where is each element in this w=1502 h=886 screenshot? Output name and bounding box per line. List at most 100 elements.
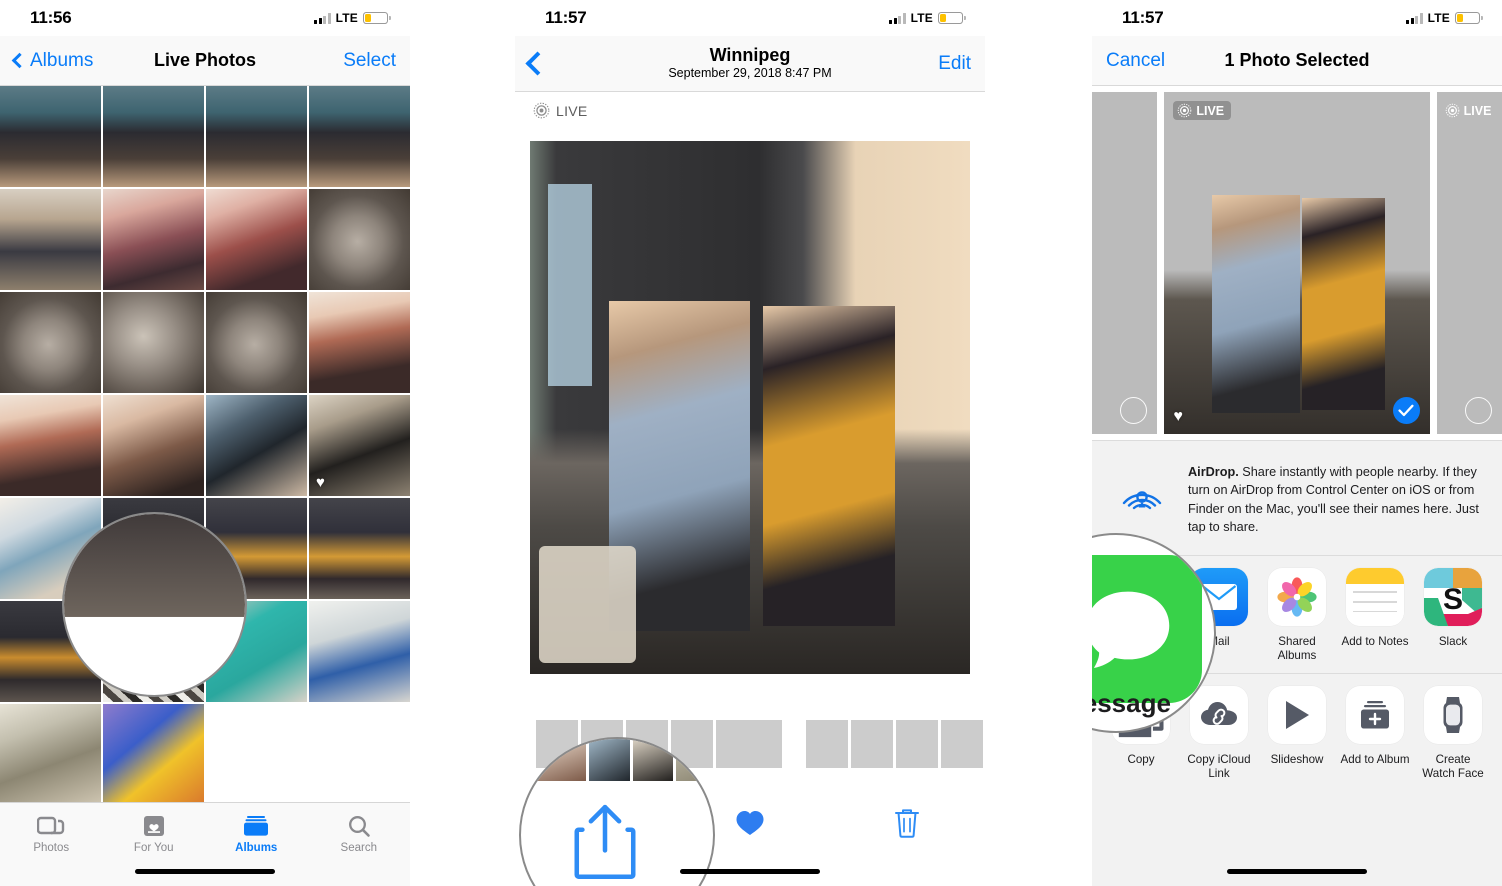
apple-watch-icon — [1424, 685, 1482, 744]
tab-label: Photos — [33, 842, 70, 854]
status-time: 11:56 — [30, 8, 72, 27]
favorite-heart-icon: ♥ — [316, 474, 325, 491]
filmstrip-thumbnail[interactable] — [941, 720, 983, 768]
airdrop-title: AirDrop. — [1188, 465, 1239, 479]
status-indicators: LTE — [889, 11, 966, 25]
checkmark-icon — [1398, 404, 1414, 417]
photo-thumbnail — [0, 86, 101, 187]
battery-icon — [938, 12, 966, 24]
edit-button[interactable]: Edit — [938, 53, 971, 75]
selection-circle-icon[interactable] — [1120, 397, 1148, 424]
share-target-label: Shared Albums — [1277, 634, 1317, 662]
live-badge-label: LIVE — [1463, 103, 1492, 118]
back-to-albums-button[interactable]: Albums — [11, 50, 93, 72]
magnifier-loupe-grid — [62, 512, 247, 697]
grid-photo-cell[interactable] — [206, 189, 307, 290]
grid-photo-cell[interactable] — [206, 395, 307, 496]
selection-photo[interactable]: LIVE ♥ — [1164, 92, 1430, 434]
grid-photo-cell[interactable] — [103, 704, 204, 805]
photo-thumbnail — [103, 395, 204, 496]
filmstrip-spacer — [785, 720, 803, 768]
back-button[interactable] — [525, 51, 551, 76]
grid-photo-cell[interactable] — [309, 86, 410, 187]
cellular-bars-icon — [889, 12, 906, 24]
hero-photo-container[interactable] — [515, 119, 985, 674]
photo-thumbnail — [103, 292, 204, 393]
grid-photo-cell[interactable] — [0, 189, 101, 290]
grid-photo-cell[interactable] — [103, 395, 204, 496]
photo-grid[interactable]: ♥ — [0, 86, 410, 805]
favorite-heart-icon: ♥ — [1173, 408, 1183, 425]
panel-share-sheet: 11:57 LTE Cancel 1 Photo Selected LIVE ♥ L… — [1092, 0, 1502, 886]
sidebar-item-search[interactable]: Search — [308, 814, 411, 854]
live-photo-icon — [1178, 103, 1192, 118]
share-target-notes[interactable]: Add to Notes — [1340, 567, 1410, 663]
hero-photo[interactable] — [530, 141, 970, 674]
action-slideshow[interactable]: Slideshow — [1262, 685, 1332, 781]
grid-photo-cell[interactable] — [206, 292, 307, 393]
nav-title-text: Winnipeg — [709, 45, 791, 66]
grid-photo-cell[interactable] — [0, 292, 101, 393]
sidebar-item-photos[interactable]: Photos — [0, 814, 103, 854]
nav-title-text: Live Photos — [153, 50, 256, 70]
filmstrip-thumbnail[interactable] — [896, 720, 938, 768]
tab-bar[interactable]: Photos For You Albums Search — [0, 802, 410, 886]
delete-button[interactable] — [828, 807, 985, 839]
share-target-slack[interactable]: S Slack — [1418, 567, 1488, 663]
grid-photo-cell[interactable] — [0, 704, 101, 805]
nav-title-text: 1 Photo Selected — [1224, 50, 1370, 70]
home-indicator — [680, 869, 820, 874]
tab-label: For You — [133, 842, 174, 854]
live-photo-icon — [533, 102, 550, 119]
chevron-left-icon — [11, 52, 28, 69]
action-label: Slideshow — [1270, 752, 1324, 766]
filmstrip-thumbnail[interactable] — [716, 720, 782, 768]
selected-checkmark-icon[interactable] — [1392, 397, 1420, 424]
photo-thumbnail — [309, 498, 410, 599]
airdrop-section[interactable]: AirDrop. Share instantly with people nea… — [1092, 441, 1502, 555]
grid-photo-cell[interactable] — [0, 395, 101, 496]
photo-thumbnail — [309, 86, 410, 187]
notes-icon — [1346, 567, 1404, 626]
grid-photo-cell[interactable] — [309, 498, 410, 599]
loupe-message-label: Message — [1092, 688, 1171, 718]
play-triangle-icon — [1268, 685, 1326, 744]
filmstrip-thumbnail[interactable] — [806, 720, 848, 768]
grid-photo-cell[interactable] — [103, 86, 204, 187]
status-time: 11:57 — [545, 8, 587, 27]
sidebar-item-for-you[interactable]: For You — [103, 814, 206, 854]
network-label: LTE — [335, 11, 358, 25]
selection-circle-icon[interactable] — [1465, 397, 1492, 424]
page-title: Winnipeg September 29, 2018 8:47 PM — [515, 45, 985, 81]
status-bar: 11:57 LTE — [515, 0, 985, 36]
action-label: Create Watch Face — [1422, 752, 1484, 781]
cancel-button[interactable]: Cancel — [1106, 50, 1165, 72]
live-photo-badge[interactable]: LIVE — [515, 92, 985, 119]
action-add-to-album[interactable]: Add to Album — [1340, 685, 1410, 781]
grid-photo-cell[interactable] — [309, 189, 410, 290]
filmstrip-thumbnail[interactable] — [851, 720, 893, 768]
share-target-shared-albums[interactable]: Shared Albums — [1262, 567, 1332, 663]
slack-icon: S — [1424, 567, 1482, 626]
home-indicator — [135, 869, 275, 874]
grid-photo-cell[interactable]: ♥ — [309, 395, 410, 496]
photo-thumbnail — [206, 189, 307, 290]
tab-label: Albums — [235, 842, 278, 854]
action-label: Copy iCloud Link — [1187, 752, 1251, 781]
grid-photo-cell[interactable] — [309, 292, 410, 393]
chevron-left-icon — [525, 51, 550, 76]
grid-photo-cell[interactable] — [206, 86, 307, 187]
sidebar-item-albums[interactable]: Albums — [205, 814, 308, 854]
photo-thumbnail — [206, 86, 307, 187]
svg-text:S: S — [1443, 583, 1463, 616]
grid-photo-cell[interactable] — [309, 601, 410, 702]
action-create-watch-face[interactable]: Create Watch Face — [1418, 685, 1488, 781]
grid-photo-cell[interactable] — [0, 86, 101, 187]
grid-photo-cell[interactable] — [103, 292, 204, 393]
messages-bubble-icon — [1092, 591, 1170, 668]
select-button[interactable]: Select — [343, 50, 396, 72]
selection-photo[interactable]: LIVE — [1436, 92, 1502, 434]
grid-photo-cell[interactable] — [103, 189, 204, 290]
selected-photo-strip[interactable]: LIVE ♥ LIVE — [1092, 86, 1502, 434]
selection-photo[interactable] — [1092, 92, 1158, 434]
